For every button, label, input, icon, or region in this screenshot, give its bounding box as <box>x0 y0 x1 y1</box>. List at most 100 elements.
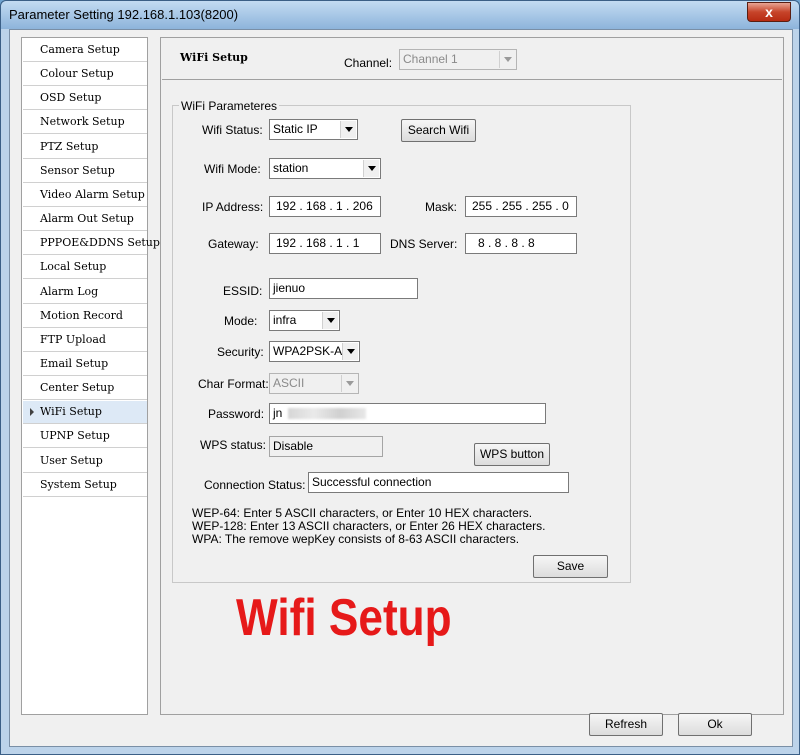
sidebar-item-camera-setup[interactable]: Camera Setup <box>23 39 147 62</box>
password-redaction <box>287 408 366 420</box>
sidebar-item-label: PTZ Setup <box>40 139 99 153</box>
sidebar-item-motion-record[interactable]: Motion Record <box>23 304 147 328</box>
sidebar-item-local-setup[interactable]: Local Setup <box>23 256 147 280</box>
sidebar-item-upnp-setup[interactable]: UPNP Setup <box>23 425 147 449</box>
chevron-down-icon <box>341 375 357 392</box>
sidebar-nav: Camera Setup Colour Setup OSD Setup Network… <box>21 37 160 715</box>
sidebar-item-alarm-out-setup[interactable]: Alarm Out Setup <box>23 208 147 232</box>
gateway-field[interactable]: 192 . 168 . 1 . 1 <box>269 233 381 254</box>
char-format-select[interactable]: ASCII <box>269 373 359 394</box>
ip-address-label: IP Address: <box>202 200 264 214</box>
security-value: WPA2PSK-AE <box>273 344 351 358</box>
char-format-value: ASCII <box>273 376 305 390</box>
sidebar-item-label: Alarm Log <box>40 284 99 298</box>
sidebar-item-sensor-setup[interactable]: Sensor Setup <box>23 159 147 183</box>
wifi-setup-caption: Wifi Setup <box>236 589 452 647</box>
connection-mode-select[interactable]: infra <box>269 310 340 331</box>
sidebar-item-label: System Setup <box>40 477 117 491</box>
wifi-mode-select[interactable]: station <box>269 158 381 179</box>
sidebar-item-label: Video Alarm Setup <box>40 187 145 201</box>
char-format-label: Char Format: <box>198 377 269 391</box>
connection-mode-label: Mode: <box>224 314 258 328</box>
selected-arrow-icon <box>30 408 34 417</box>
mask-field[interactable]: 255 . 255 . 255 . 0 <box>465 196 577 217</box>
page-title: WiFi Setup <box>180 51 248 64</box>
search-wifi-button[interactable]: Search Wifi <box>401 119 476 142</box>
wps-status-field: Disable <box>269 436 383 457</box>
connection-status-label: Connection Status: <box>204 478 306 492</box>
wifi-status-value: Static IP <box>273 122 318 136</box>
group-caption: WiFi Parameteres <box>179 99 280 113</box>
sidebar-item-label: Colour Setup <box>40 67 114 81</box>
security-label: Security: <box>217 345 264 359</box>
note-wep128: WEP-128: Enter 13 ASCII characters, or E… <box>192 519 546 533</box>
mask-label: Mask: <box>425 200 458 214</box>
sidebar-item-email-setup[interactable]: Email Setup <box>23 352 147 376</box>
ok-button[interactable]: Ok <box>678 713 752 736</box>
sidebar-item-label: Center Setup <box>40 381 115 395</box>
sidebar-item-system-setup[interactable]: System Setup <box>23 473 147 497</box>
sidebar-item-label: Alarm Out Setup <box>40 212 134 226</box>
sidebar-item-label: UPNP Setup <box>40 429 110 443</box>
sidebar-item-label: Email Setup <box>40 356 109 370</box>
wps-button[interactable]: WPS button <box>474 443 550 466</box>
essid-field[interactable]: jienuo <box>269 278 418 299</box>
sidebar-item-user-setup[interactable]: User Setup <box>23 449 147 473</box>
sidebar-item-label: Local Setup <box>40 260 107 274</box>
channel-select[interactable]: Channel 1 <box>399 49 517 70</box>
sidebar-item-label: Camera Setup <box>40 43 120 56</box>
client-area: Camera Setup Colour Setup OSD Setup Network… <box>9 29 793 747</box>
refresh-button[interactable]: Refresh <box>589 713 663 736</box>
sidebar-item-network-setup[interactable]: Network Setup <box>23 111 147 135</box>
window-title: Parameter Setting 192.168.1.103(8200) <box>9 7 239 22</box>
wifi-status-select[interactable]: Static IP <box>269 119 358 140</box>
password-field[interactable]: jn <box>269 403 546 424</box>
close-button[interactable]: x <box>747 2 791 22</box>
chevron-down-icon <box>499 51 515 68</box>
sidebar-item-colour-setup[interactable]: Colour Setup <box>23 63 147 87</box>
parameter-setting-window: Parameter Setting 192.168.1.103(8200) x … <box>0 0 800 755</box>
chevron-down-icon <box>322 312 338 329</box>
note-wpa: WPA: The remove wepKey consists of 8-63 … <box>192 532 520 546</box>
sidebar-item-ftp-upload[interactable]: FTP Upload <box>23 328 147 352</box>
sidebar-item-label: PPPOE&DDNS Setup <box>40 236 160 250</box>
sidebar-item-label: FTP Upload <box>40 332 106 346</box>
password-value: jn <box>273 406 283 420</box>
password-label: Password: <box>208 407 265 421</box>
chevron-down-icon <box>363 160 379 177</box>
sidebar-item-pppoe-ddns-setup[interactable]: PPPOE&DDNS Setup <box>23 232 160 256</box>
connection-status-field: Successful connection <box>308 472 569 493</box>
dns-server-label: DNS Server: <box>390 237 458 251</box>
sidebar-item-label: Network Setup <box>40 115 125 129</box>
note-wep64: WEP-64: Enter 5 ASCII characters, or Ent… <box>192 506 533 520</box>
security-select[interactable]: WPA2PSK-AE <box>269 341 360 362</box>
main-panel: WiFi Setup Channel: Channel 1 WiFi Param… <box>160 37 784 715</box>
sidebar-item-label: WiFi Setup <box>40 405 102 419</box>
sidebar-item-video-alarm-setup[interactable]: Video Alarm Setup <box>23 183 147 207</box>
channel-label: Channel: <box>344 56 393 70</box>
connection-mode-value: infra <box>273 313 297 327</box>
wifi-status-label: Wifi Status: <box>202 123 263 137</box>
wifi-mode-label: Wifi Mode: <box>204 162 261 176</box>
wifi-mode-value: station <box>273 161 309 175</box>
sidebar-item-label: Motion Record <box>40 308 123 322</box>
sidebar-item-label: OSD Setup <box>40 91 102 105</box>
dns-server-field[interactable]: 8 . 8 . 8 . 8 <box>465 233 577 254</box>
wps-status-label: WPS status: <box>200 438 267 452</box>
sidebar-item-ptz-setup[interactable]: PTZ Setup <box>23 135 147 159</box>
save-button[interactable]: Save <box>533 555 608 578</box>
sidebar-item-osd-setup[interactable]: OSD Setup <box>23 87 147 111</box>
channel-value: Channel 1 <box>403 52 458 66</box>
gateway-label: Gateway: <box>208 237 259 251</box>
header-box: WiFi Setup Channel: Channel 1 <box>162 39 782 80</box>
chevron-down-icon <box>340 121 356 138</box>
sidebar-item-center-setup[interactable]: Center Setup <box>23 377 147 401</box>
sidebar-item-label: User Setup <box>40 453 103 467</box>
chevron-down-icon <box>342 343 358 360</box>
sidebar-item-wifi-setup[interactable]: WiFi Setup <box>23 401 147 425</box>
sidebar-item-alarm-log[interactable]: Alarm Log <box>23 280 147 304</box>
essid-label: ESSID: <box>223 284 263 298</box>
sidebar-item-label: Sensor Setup <box>40 163 115 177</box>
ip-address-field[interactable]: 192 . 168 . 1 . 206 <box>269 196 381 217</box>
title-bar[interactable]: Parameter Setting 192.168.1.103(8200) x <box>1 1 799 29</box>
